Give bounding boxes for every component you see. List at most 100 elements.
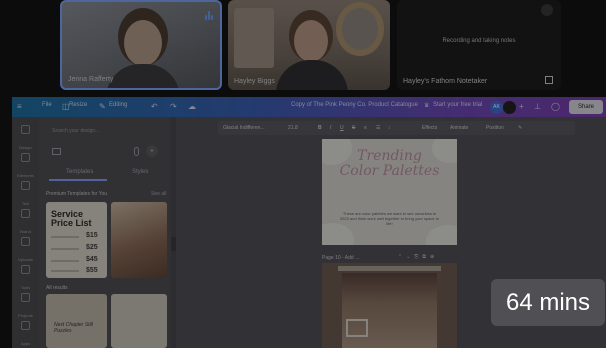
tools-icon (21, 265, 30, 274)
page-title[interactable]: Trending Color Palettes (328, 149, 451, 179)
background-shelf (234, 8, 274, 68)
crown-icon: ♛ (424, 103, 430, 109)
bold-icon[interactable]: B (318, 125, 322, 131)
pencil-icon: ✎ (99, 102, 106, 111)
nav-apps[interactable]: Apps (12, 321, 39, 348)
upload-icon (21, 237, 30, 246)
apps-icon (21, 321, 30, 330)
image-import-icon[interactable] (52, 148, 61, 155)
share-button[interactable]: Share (569, 100, 603, 114)
nav-text[interactable]: Text (12, 181, 39, 210)
cloud-sync-icon: ☁ (188, 102, 196, 111)
nav-brand[interactable]: Brand (12, 209, 39, 238)
align-icon[interactable]: ≡ (364, 125, 367, 131)
avatar[interactable]: AK (490, 101, 503, 114)
add-icon[interactable]: + (146, 145, 158, 157)
video-tile-jenna[interactable]: Jenna Rafferty (60, 0, 222, 90)
price-label: $45 (86, 256, 98, 263)
nav-projects[interactable]: Projects (12, 293, 39, 322)
design-page-trending-palettes[interactable]: Trending Color Palettes These are color p… (322, 139, 457, 245)
section-heading: Premium Templates for You (46, 191, 108, 197)
italic-icon[interactable]: I (330, 125, 331, 131)
comment-icon[interactable]: ◯ (551, 102, 560, 111)
expand-icon[interactable] (545, 76, 553, 84)
search-input[interactable]: Search your design... (47, 125, 165, 138)
font-size-input[interactable]: 21.8 (288, 125, 298, 131)
free-trial-button[interactable]: Start your free trial (433, 102, 482, 108)
document-title[interactable]: Copy of The Pink Peony Co. Product Catal… (291, 102, 418, 108)
text-toolbar: Glacial Indifferen... 21.8 B I U S ≡ ☰ ↕… (218, 121, 575, 135)
participant-name: Jenna Rafferty (68, 76, 114, 83)
text-line (51, 248, 79, 250)
video-tile-notetaker[interactable]: Recording and taking notes Hayley's Fath… (397, 0, 561, 90)
tab-styles[interactable]: Styles (132, 169, 148, 175)
active-tab-indicator (49, 179, 107, 181)
video-tile-hayley[interactable]: Hayley Biggs (228, 0, 390, 90)
section-heading: All results (46, 285, 68, 291)
left-navigation: Design Elements Text Brand Uploads Tools… (12, 117, 39, 348)
page-header-bar (338, 266, 441, 271)
editing-mode-dropdown[interactable]: Editing (109, 102, 127, 108)
page-body-text[interactable]: These are color palettes we want to see … (338, 211, 441, 226)
person-silhouette-icon (541, 4, 553, 16)
resize-button[interactable]: Resize (69, 102, 87, 108)
participant-body (106, 64, 180, 88)
text-line (51, 236, 79, 238)
elements-icon (21, 153, 30, 162)
flower-decoration (322, 223, 354, 245)
collaborator-avatar[interactable] (503, 101, 516, 114)
text-line (51, 270, 79, 272)
flower-decoration (426, 225, 457, 245)
picture-frame (346, 319, 368, 337)
template-card-photo[interactable] (111, 202, 167, 278)
background-mirror (336, 2, 384, 56)
add-collaborator-icon[interactable]: + (519, 102, 524, 111)
folder-icon (21, 293, 30, 302)
nav-uploads[interactable]: Uploads (12, 237, 39, 266)
participant-name: Hayley Biggs (234, 78, 275, 85)
price-label: $55 (86, 267, 98, 274)
page-actions-icon[interactable]: ⌃⌄⎘⧉⊕ (398, 254, 438, 260)
price-label: $25 (86, 244, 98, 251)
template-card-price-list[interactable]: Service Price List $15 $25 $45 $55 (46, 202, 107, 278)
editor-topbar: ≡ File ◫ Resize ✎ Editing ↶ ↷ ☁ Copy of … (12, 97, 606, 117)
template-text: Next Chapter Still Puzzles (54, 322, 93, 334)
redo-icon[interactable]: ↷ (170, 102, 177, 111)
speaking-indicator-icon (205, 7, 214, 20)
microphone-icon[interactable] (134, 147, 139, 156)
strikethrough-icon[interactable]: S (352, 125, 355, 131)
template-title: Service Price List (51, 209, 92, 228)
spacing-icon[interactable]: ↕ (388, 125, 391, 131)
brand-icon (21, 209, 30, 218)
nav-tools[interactable]: Tools (12, 265, 39, 294)
design-page-10[interactable] (322, 263, 457, 348)
font-dropdown[interactable]: Glacial Indifferen... (223, 125, 265, 131)
recording-status: Recording and taking notes (442, 38, 516, 44)
menu-icon[interactable]: ≡ (17, 102, 22, 111)
participant-video (124, 20, 162, 66)
undo-icon[interactable]: ↶ (151, 102, 158, 111)
duration-badge: 64 mins (491, 279, 605, 326)
design-icon (21, 125, 30, 134)
page-label[interactable]: Page 10 - Add ... (322, 255, 359, 261)
templates-panel: Search your design... + Templates Styles… (39, 117, 171, 348)
template-card[interactable]: Next Chapter Still Puzzles (46, 294, 107, 348)
see-all-link[interactable]: See all (151, 191, 166, 197)
position-button[interactable]: Position (486, 125, 504, 131)
participant-name: Hayley's Fathom Notetaker (403, 78, 488, 85)
text-line (51, 260, 79, 262)
paint-format-icon[interactable]: ✎ (518, 125, 522, 131)
nav-elements[interactable]: Elements (12, 153, 39, 182)
underline-icon[interactable]: U (340, 125, 344, 131)
price-label: $15 (86, 232, 98, 239)
effects-button[interactable]: Effects (422, 125, 437, 131)
screen: Jenna Rafferty Hayley Biggs Recording an… (0, 0, 606, 348)
chart-icon[interactable]: ⊥ (534, 102, 541, 111)
template-card[interactable] (111, 294, 167, 348)
text-icon (21, 181, 30, 190)
nav-design[interactable]: Design (12, 125, 39, 154)
animate-button[interactable]: Animate (450, 125, 468, 131)
file-menu[interactable]: File (42, 102, 52, 108)
list-icon[interactable]: ☰ (376, 125, 380, 131)
tab-templates[interactable]: Templates (66, 169, 93, 175)
